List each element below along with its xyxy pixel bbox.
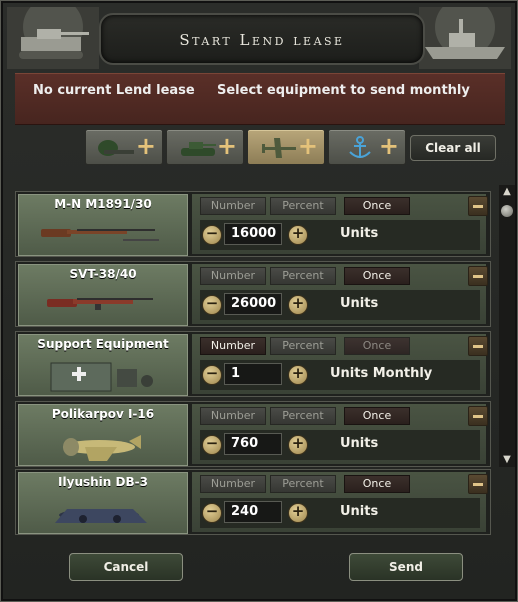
tank-emblem-icon bbox=[7, 7, 99, 69]
equipment-row: M-N M1891/30 Number Percent Once − 16000… bbox=[15, 191, 491, 257]
equipment-card[interactable]: Support Equipment bbox=[18, 334, 188, 396]
equipment-name: M-N M1891/30 bbox=[54, 197, 152, 211]
remove-item-button[interactable] bbox=[468, 406, 488, 426]
category-armor-button[interactable]: + bbox=[166, 129, 244, 165]
mode-number-button[interactable]: Number bbox=[200, 197, 266, 215]
rifle-icon bbox=[41, 229, 159, 241]
equipment-card[interactable]: Polikarpov I-16 bbox=[18, 404, 188, 466]
remove-item-button[interactable] bbox=[468, 474, 488, 494]
mode-number-button[interactable]: Number bbox=[200, 407, 266, 425]
soldier-gun-icon bbox=[98, 140, 134, 156]
instruction-text: Select equipment to send monthly bbox=[217, 83, 470, 98]
remove-item-button[interactable] bbox=[468, 266, 488, 286]
category-infantry-button[interactable]: + bbox=[85, 129, 163, 165]
category-air-button[interactable]: + bbox=[247, 129, 325, 165]
mode-number-button[interactable]: Number bbox=[200, 267, 266, 285]
unit-label: Units bbox=[340, 296, 379, 311]
mode-once-button[interactable]: Once bbox=[344, 337, 410, 355]
add-plus-icon: + bbox=[135, 132, 156, 160]
battleship-emblem-icon bbox=[419, 7, 511, 69]
airplane-icon bbox=[262, 138, 296, 158]
increase-button[interactable]: + bbox=[288, 224, 308, 245]
equipment-row: Ilyushin DB-3 Number Percent Once − 240 … bbox=[15, 469, 491, 535]
info-bar: No current Lend lease Select equipment t… bbox=[15, 73, 505, 125]
mode-number-button[interactable]: Number bbox=[200, 475, 266, 493]
equipment-row: Polikarpov I-16 Number Percent Once − 76… bbox=[15, 401, 491, 467]
quantity-controls: Number Percent Once − 16000 + Units bbox=[192, 194, 488, 254]
decrease-button[interactable]: − bbox=[202, 224, 222, 245]
equipment-name: Ilyushin DB-3 bbox=[58, 475, 148, 489]
increase-button[interactable]: + bbox=[288, 434, 308, 455]
quantity-line: − 26000 + Units bbox=[200, 290, 480, 320]
equipment-name: Support Equipment bbox=[37, 337, 169, 351]
equipment-name: Polikarpov I-16 bbox=[51, 407, 155, 421]
quantity-controls: Number Percent Once − 1 + Units Monthly bbox=[192, 334, 488, 394]
add-plus-icon: + bbox=[297, 132, 318, 160]
send-button[interactable]: Send bbox=[349, 553, 463, 581]
quantity-line: − 760 + Units bbox=[200, 430, 480, 460]
quantity-input[interactable]: 240 bbox=[224, 501, 282, 523]
anchor-icon bbox=[349, 136, 371, 158]
quantity-input[interactable]: 760 bbox=[224, 433, 282, 455]
equipment-row: Support Equipment Number Percent Once − … bbox=[15, 331, 491, 397]
quantity-input[interactable]: 26000 bbox=[224, 293, 282, 315]
semi-auto-rifle-icon bbox=[47, 298, 153, 310]
unit-label: Units bbox=[340, 436, 379, 451]
remove-item-button[interactable] bbox=[468, 196, 488, 216]
mode-percent-button[interactable]: Percent bbox=[270, 475, 336, 493]
support-equipment-icon bbox=[50, 362, 153, 392]
quantity-input[interactable]: 16000 bbox=[224, 223, 282, 245]
fighter-plane-icon bbox=[63, 435, 141, 461]
cancel-button[interactable]: Cancel bbox=[69, 553, 183, 581]
equipment-name: SVT-38/40 bbox=[69, 267, 137, 281]
quantity-controls: Number Percent Once − 760 + Units bbox=[192, 404, 488, 464]
decrease-button[interactable]: − bbox=[202, 364, 222, 385]
category-naval-button[interactable]: + bbox=[328, 129, 406, 165]
decrease-button[interactable]: − bbox=[202, 502, 222, 523]
tank-icon bbox=[181, 142, 216, 156]
quantity-line: − 16000 + Units bbox=[200, 220, 480, 250]
increase-button[interactable]: + bbox=[288, 364, 308, 385]
quantity-controls: Number Percent Once − 26000 + Units bbox=[192, 264, 488, 324]
mode-once-button[interactable]: Once bbox=[344, 475, 410, 493]
quantity-controls: Number Percent Once − 240 + Units bbox=[192, 472, 488, 532]
decrease-button[interactable]: − bbox=[202, 294, 222, 315]
equipment-card[interactable]: Ilyushin DB-3 bbox=[18, 472, 188, 534]
lend-lease-window: Start Lend lease No current Lend lease S… bbox=[0, 0, 518, 602]
bomber-plane-icon bbox=[55, 509, 147, 523]
add-plus-icon: + bbox=[216, 132, 237, 160]
add-plus-icon: + bbox=[378, 132, 399, 160]
equipment-row: SVT-38/40 Number Percent Once − 26000 + … bbox=[15, 261, 491, 327]
increase-button[interactable]: + bbox=[288, 294, 308, 315]
quantity-input[interactable]: 1 bbox=[224, 363, 282, 385]
equipment-list: M-N M1891/30 Number Percent Once − 16000… bbox=[11, 181, 497, 543]
mode-percent-button[interactable]: Percent bbox=[270, 197, 336, 215]
mode-percent-button[interactable]: Percent bbox=[270, 337, 336, 355]
scroll-up-icon[interactable]: ▲ bbox=[499, 185, 515, 199]
mode-percent-button[interactable]: Percent bbox=[270, 407, 336, 425]
window-title: Start Lend lease bbox=[179, 31, 345, 49]
mode-once-button[interactable]: Once bbox=[344, 197, 410, 215]
list-scrollbar[interactable]: ▲ ▼ bbox=[499, 185, 515, 467]
unit-label: Units bbox=[340, 504, 379, 519]
mode-once-button[interactable]: Once bbox=[344, 407, 410, 425]
increase-button[interactable]: + bbox=[288, 502, 308, 523]
quantity-line: − 240 + Units bbox=[200, 498, 480, 528]
title-plate: Start Lend lease bbox=[99, 13, 425, 65]
equipment-card[interactable]: M-N M1891/30 bbox=[18, 194, 188, 256]
mode-number-button[interactable]: Number bbox=[200, 337, 266, 355]
mode-percent-button[interactable]: Percent bbox=[270, 267, 336, 285]
unit-label: Units Monthly bbox=[330, 366, 433, 381]
clear-all-button[interactable]: Clear all bbox=[410, 135, 496, 161]
scroll-down-icon[interactable]: ▼ bbox=[499, 453, 515, 467]
decrease-button[interactable]: − bbox=[202, 434, 222, 455]
mode-once-button[interactable]: Once bbox=[344, 267, 410, 285]
equipment-card[interactable]: SVT-38/40 bbox=[18, 264, 188, 326]
unit-label: Units bbox=[340, 226, 379, 241]
scroll-thumb[interactable] bbox=[501, 205, 513, 217]
quantity-line: − 1 + Units Monthly bbox=[200, 360, 480, 390]
current-lend-lease-status: No current Lend lease bbox=[33, 83, 195, 98]
remove-item-button[interactable] bbox=[468, 336, 488, 356]
